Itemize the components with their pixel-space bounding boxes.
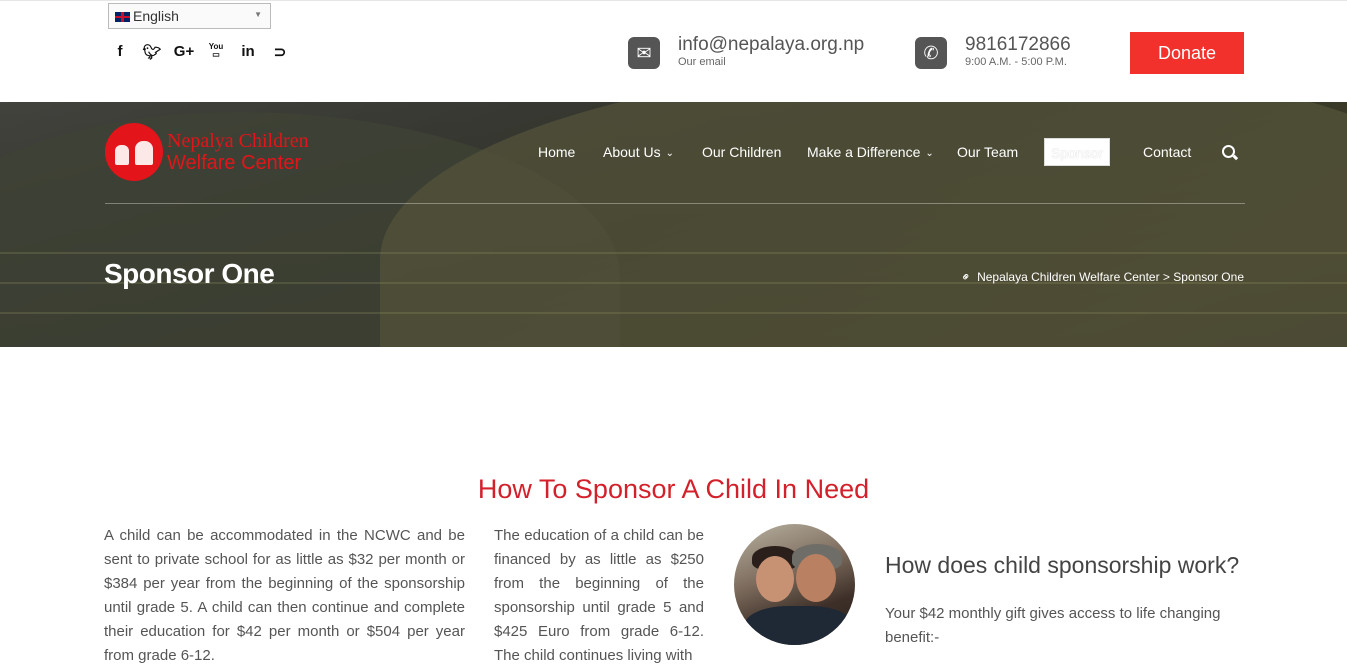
breadcrumb-text[interactable]: Nepalaya Children Welfare Center > Spons… (977, 270, 1244, 284)
link-icon: ⚭ (957, 268, 975, 286)
twitter-icon[interactable]: 🐦︎ (136, 43, 168, 61)
main-nav: Home About Us ⌄ Our Children Make a Diffe… (0, 138, 1347, 168)
facebook-icon[interactable]: f (104, 43, 136, 61)
sponsorship-heading: How does child sponsorship work? (885, 552, 1240, 578)
photo-detail (756, 556, 794, 602)
search-icon[interactable] (1222, 145, 1235, 158)
uk-flag-icon (115, 12, 130, 22)
sponsorship-text: Your $42 monthly gift gives access to li… (885, 605, 1221, 646)
nav-our-children[interactable]: Our Children (702, 138, 781, 166)
youtube-icon[interactable]: You ▭ (200, 43, 232, 61)
linkedin-icon[interactable]: in (232, 43, 264, 61)
chevron-down-icon: ▼ (254, 10, 262, 19)
sponsor-photo (734, 524, 855, 645)
google-plus-icon[interactable]: G+ (168, 43, 200, 61)
top-bar: English ▼ f 🐦︎ G+ You ▭ in ⊃ ✉ info@nepal… (0, 0, 1347, 102)
email-contact: ✉ info@nepalaya.org.np Our email (628, 34, 864, 69)
phone-contact: ✆ 9816172866 9:00 A.M. - 5:00 P.M. (915, 34, 1071, 69)
nav-contact[interactable]: Contact (1143, 138, 1191, 166)
phone-number[interactable]: 9816172866 (965, 34, 1071, 56)
language-selector[interactable]: English ▼ (108, 3, 271, 29)
section-title: How To Sponsor A Child In Need (477, 474, 870, 504)
chevron-down-icon: ⌄ (665, 148, 674, 159)
language-label: English (133, 8, 179, 24)
email-label: Our email (678, 56, 726, 68)
nav-our-team[interactable]: Our Team (957, 138, 1018, 166)
photo-detail (744, 606, 854, 645)
terrace-line (0, 252, 1347, 254)
social-links: f 🐦︎ G+ You ▭ in ⊃ (104, 43, 296, 62)
nav-sponsor[interactable]: Sponsor (1044, 138, 1111, 166)
rss-icon[interactable]: ⊃ (264, 43, 296, 61)
nav-about-us[interactable]: About Us ⌄ (603, 138, 674, 168)
email-address[interactable]: info@nepalaya.org.np (678, 34, 864, 56)
intro-paragraph-1: A child can be accommodated in the NCWC … (104, 527, 465, 664)
nav-home[interactable]: Home (538, 138, 575, 166)
page-hero: Nepalya Children Welfare Center Home Abo… (0, 102, 1347, 347)
nav-make-a-difference[interactable]: Make a Difference ⌄ (807, 138, 934, 168)
chevron-down-icon: ⌄ (925, 148, 934, 159)
photo-detail (796, 554, 836, 602)
divider (105, 203, 1245, 204)
nav-difference-label: Make a Difference (807, 144, 921, 160)
intro-paragraph-2: The education of a child can be financed… (494, 527, 704, 664)
envelope-icon: ✉ (628, 37, 660, 69)
phone-icon: ✆ (915, 37, 947, 69)
office-hours: 9:00 A.M. - 5:00 P.M. (965, 56, 1067, 68)
donate-button[interactable]: Donate (1130, 32, 1244, 74)
breadcrumb: ⚭ Nepalaya Children Welfare Center > Spon… (957, 268, 1244, 286)
nav-about-label: About Us (603, 144, 661, 160)
terrace-line (0, 312, 1347, 314)
page-title: Sponsor One (104, 258, 275, 289)
nav-sponsor-label: Sponsor (1051, 145, 1104, 161)
